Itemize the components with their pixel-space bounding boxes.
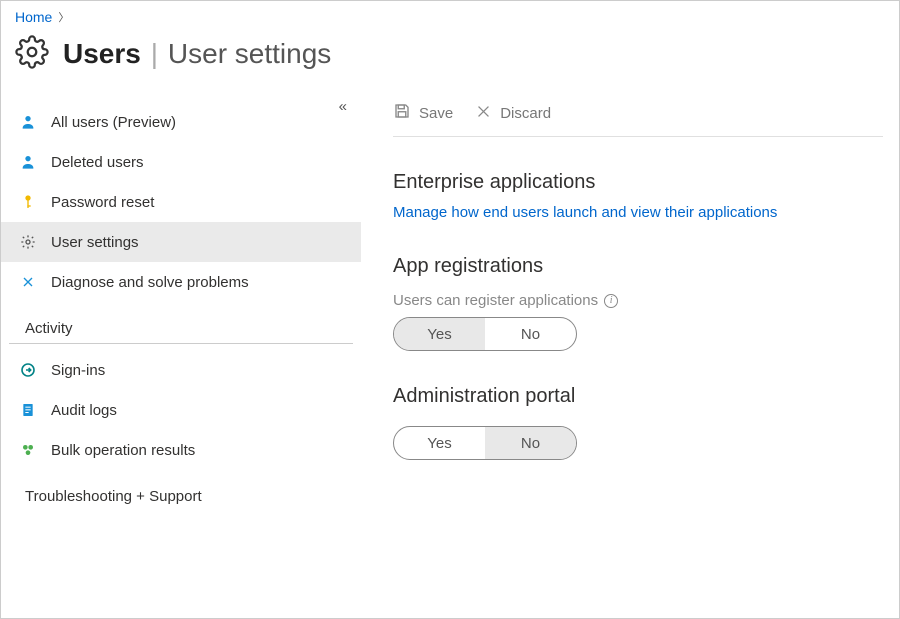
sidebar-item-audit-logs[interactable]: Audit logs — [1, 390, 361, 430]
save-icon — [393, 102, 411, 124]
tools-icon — [19, 273, 37, 291]
nav-label: Deleted users — [51, 154, 144, 171]
nav-label: All users (Preview) — [51, 114, 176, 131]
logs-icon — [19, 401, 37, 419]
breadcrumb: Home 〉 — [1, 1, 899, 29]
user-icon — [19, 113, 37, 131]
sidebar-item-deleted-users[interactable]: Deleted users — [1, 142, 361, 182]
save-button[interactable]: Save — [393, 102, 453, 124]
sidebar-item-password-reset[interactable]: Password reset — [1, 182, 361, 222]
page-subtitle: User settings — [168, 38, 331, 69]
nav-label: Audit logs — [51, 402, 117, 419]
admin-portal-heading: Administration portal — [393, 385, 883, 408]
nav-label: Diagnose and solve problems — [51, 274, 249, 291]
sidebar-item-diagnose[interactable]: Diagnose and solve problems — [1, 262, 361, 302]
toggle-no[interactable]: No — [485, 427, 576, 459]
field-label-text: Users can register applications — [393, 292, 598, 309]
sidebar-item-all-users[interactable]: All users (Preview) — [1, 102, 361, 142]
collapse-icon[interactable]: « — [339, 98, 347, 115]
info-icon[interactable]: i — [604, 294, 618, 308]
nav-label: Bulk operation results — [51, 442, 195, 459]
sidebar-item-signins[interactable]: Sign-ins — [1, 350, 361, 390]
close-icon — [475, 103, 492, 124]
sidebar-item-user-settings[interactable]: User settings — [1, 222, 361, 262]
toggle-yes[interactable]: Yes — [394, 318, 485, 350]
save-label: Save — [419, 105, 453, 122]
signin-icon — [19, 361, 37, 379]
app-registrations-toggle: Yes No — [393, 317, 577, 351]
discard-label: Discard — [500, 105, 551, 122]
breadcrumb-home[interactable]: Home — [15, 9, 52, 25]
nav-label: Sign-ins — [51, 362, 105, 379]
toggle-yes[interactable]: Yes — [394, 427, 485, 459]
sidebar-item-bulk-results[interactable]: Bulk operation results — [1, 430, 361, 470]
user-icon — [19, 153, 37, 171]
discard-button[interactable]: Discard — [475, 103, 551, 124]
page-header: Users | User settings — [1, 29, 899, 102]
toolbar: Save Discard — [393, 102, 883, 137]
sidebar-section-troubleshoot: Troubleshooting + Support — [9, 470, 353, 511]
nav-label: Password reset — [51, 194, 154, 211]
key-icon — [19, 193, 37, 211]
bulk-icon — [19, 441, 37, 459]
chevron-right-icon: 〉 — [58, 9, 69, 25]
main-content: Save Discard Enterprise applications Man… — [361, 102, 899, 517]
app-registrations-label: Users can register applications i — [393, 292, 883, 309]
gear-icon — [19, 233, 37, 251]
app-registrations-heading: App registrations — [393, 255, 883, 278]
enterprise-apps-heading: Enterprise applications — [393, 171, 883, 194]
sidebar-section-activity: Activity — [9, 302, 353, 344]
page-title: Users — [63, 38, 141, 69]
admin-portal-toggle: Yes No — [393, 426, 577, 460]
toggle-no[interactable]: No — [485, 318, 576, 350]
enterprise-apps-link[interactable]: Manage how end users launch and view the… — [393, 204, 777, 221]
gear-icon — [15, 35, 49, 72]
nav-label: User settings — [51, 234, 139, 251]
sidebar: « All users (Preview) Deleted users Pass… — [1, 102, 361, 517]
title-separator: | — [151, 38, 158, 69]
